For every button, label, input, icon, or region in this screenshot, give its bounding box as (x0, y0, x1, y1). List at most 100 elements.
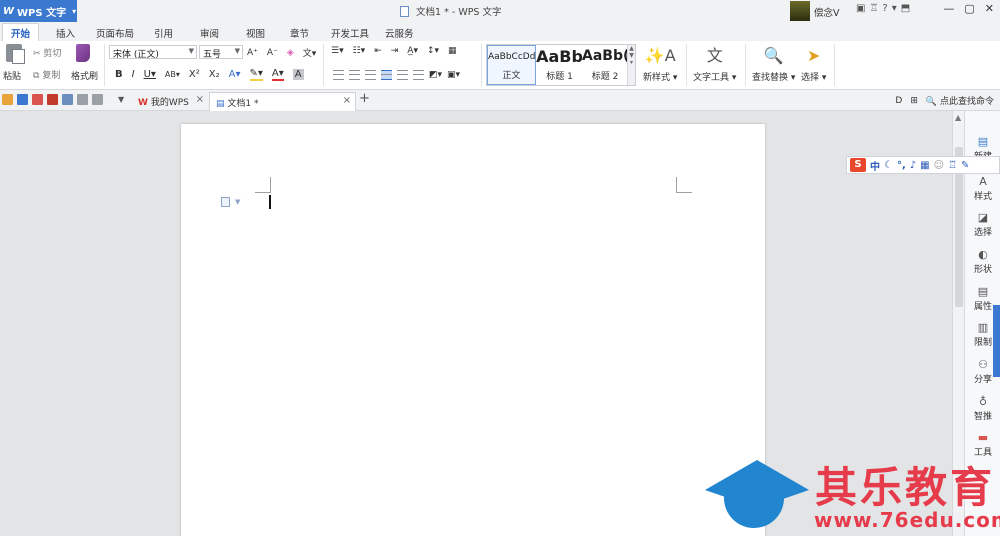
numbered-list-icon[interactable]: ☷▾ (353, 46, 366, 56)
avatar[interactable] (790, 1, 810, 21)
new-style-button[interactable]: ✨A 新样式 ▾ (643, 45, 677, 83)
sogou-logo-icon[interactable]: S (850, 158, 866, 172)
font-size-select[interactable]: 五号 ▼ (199, 45, 243, 60)
print-icon[interactable] (47, 94, 58, 105)
tab-references[interactable]: 引用 (154, 26, 173, 40)
strikethrough-icon[interactable]: AB▾ (165, 70, 180, 79)
justify-icon[interactable] (381, 70, 392, 80)
style-gallery-scroll[interactable]: ▲ ▼ ▾ (627, 45, 635, 85)
format-painter-button[interactable]: 格式刷 (71, 69, 98, 82)
maximize-button[interactable]: ▢ (964, 2, 974, 15)
subscript-icon[interactable]: X₂ (209, 69, 220, 80)
undo-icon[interactable] (77, 94, 88, 105)
tab-cloud[interactable]: 云服务 (385, 26, 414, 40)
bold-icon[interactable]: B (115, 69, 123, 80)
bullet-list-icon[interactable]: ☰▾ (331, 46, 344, 56)
taskpane-style[interactable]: A 样式 (965, 175, 1000, 202)
taskpane-toggle[interactable] (993, 305, 1000, 377)
close-icon[interactable]: × (343, 95, 351, 106)
tab-home[interactable]: 开始 (2, 23, 40, 41)
text-direction-icon[interactable]: A̲▾ (407, 46, 418, 56)
font-name-select[interactable]: 宋体 (正文) ▼ (109, 45, 197, 60)
taskpane-select[interactable]: ◪ 选择 (965, 211, 1000, 238)
text-tools-button[interactable]: 文 文字工具 ▾ (693, 45, 736, 83)
line-spacing-icon[interactable] (413, 70, 424, 80)
tab-layout[interactable]: 页面布局 (96, 26, 134, 40)
table-icon[interactable]: ▦ (448, 46, 457, 56)
minimize-button[interactable]: — (943, 2, 954, 15)
align-right-icon[interactable] (365, 70, 376, 80)
char-shading-icon[interactable]: A (292, 69, 304, 80)
taskpane-smart[interactable]: ♁ 智推 (965, 395, 1000, 422)
redo-icon[interactable] (92, 94, 103, 105)
style-normal[interactable]: AaBbCcDd 正文 (487, 45, 536, 85)
align-left-icon[interactable] (333, 70, 344, 80)
italic-icon[interactable]: I (132, 69, 135, 80)
export-pdf-icon[interactable] (32, 94, 43, 105)
shirt-icon[interactable]: ♖ (869, 3, 878, 14)
tab-developer[interactable]: 开发工具 (331, 26, 369, 40)
chevron-down-icon[interactable]: ▾ (892, 3, 897, 14)
style-heading2[interactable]: AaBb( 标题 2 (582, 45, 628, 85)
layout-icon[interactable]: ⊞ (910, 96, 918, 106)
shading-icon[interactable]: ◩▾ (429, 70, 442, 80)
tab-view[interactable]: 视图 (246, 26, 265, 40)
punctuation-icon[interactable]: °, (897, 160, 906, 171)
shrink-font-icon[interactable]: A⁻ (267, 48, 278, 58)
close-icon[interactable]: × (196, 94, 204, 105)
style-heading1[interactable]: AaBb 标题 1 (535, 45, 584, 85)
new-tab-button[interactable]: + (359, 91, 370, 106)
paste-icon[interactable] (6, 44, 25, 64)
tab-review[interactable]: 审阅 (200, 26, 219, 40)
underline-icon[interactable]: U▾ (144, 69, 156, 80)
microphone-icon[interactable]: ♪ (910, 160, 916, 171)
sort-icon[interactable]: ↕▾ (427, 46, 439, 56)
tab-insert[interactable]: 插入 (56, 26, 75, 40)
print-preview-icon[interactable] (62, 94, 73, 105)
doc-tab-mywps[interactable]: W 我的WPS × (132, 92, 208, 111)
tab-section[interactable]: 章节 (290, 26, 309, 40)
find-replace-button[interactable]: 🔍 查找替换 ▾ (752, 45, 795, 83)
paragraph-layout-icon[interactable] (221, 197, 230, 207)
skin-icon[interactable]: ♖ (948, 160, 957, 171)
ime-mode[interactable]: 中 (870, 158, 880, 173)
user-name[interactable]: 偿念V (814, 5, 840, 19)
grow-font-icon[interactable]: A⁺ (247, 48, 258, 58)
font-color-icon[interactable]: A▾ (271, 68, 284, 81)
document-page[interactable]: ▼ (181, 124, 765, 536)
moon-icon[interactable]: ☾ (884, 160, 893, 171)
ime-toolbar[interactable]: S 中 ☾ °, ♪ ▦ ☺ ♖ ✎ (846, 156, 1000, 174)
superscript-icon[interactable]: X² (189, 69, 200, 80)
keyboard-icon[interactable]: ▦ (920, 160, 929, 171)
distribute-icon[interactable] (397, 70, 408, 80)
clear-format-icon[interactable]: ◈ (287, 48, 294, 58)
customize-quickbar-icon[interactable]: ▼ (118, 95, 124, 104)
save-icon[interactable] (17, 94, 28, 105)
increase-indent-icon[interactable]: ⇥ (391, 46, 399, 56)
close-button[interactable]: ✕ (985, 2, 994, 15)
format-painter-icon[interactable] (76, 44, 90, 62)
highlight-icon[interactable]: ✎▾ (249, 68, 263, 81)
paste-button[interactable]: 粘贴 (3, 69, 21, 82)
border-icon[interactable]: ▣▾ (447, 70, 460, 80)
search-command[interactable]: 🔍 点此查找命令 (926, 94, 994, 107)
open-icon[interactable] (2, 94, 13, 105)
align-center-icon[interactable] (349, 70, 360, 80)
chevron-down-icon[interactable]: ▼ (235, 198, 240, 206)
text-effect-icon[interactable]: A▾ (229, 69, 241, 80)
wrench-icon[interactable]: ✎ (961, 160, 969, 171)
select-button[interactable]: ➤ 选择 ▾ (801, 45, 826, 83)
phonetic-icon[interactable]: 文▾ (303, 46, 317, 59)
cut-button[interactable]: ✂ 剪切 (33, 46, 61, 59)
scroll-up-icon[interactable]: ▲ (955, 113, 961, 122)
help-icon[interactable]: ? (882, 3, 887, 14)
user-icon[interactable]: ☺ (934, 160, 944, 171)
skin-icon[interactable]: ▣ (856, 3, 865, 14)
copy-button[interactable]: ⧉ 复制 (33, 68, 60, 81)
doc-tab-document1[interactable]: ▤ 文档1 * × (209, 92, 356, 111)
app-menu-button[interactable]: W WPS 文字 ▾ (0, 0, 77, 22)
fullscreen-icon[interactable]: ⬒ (901, 3, 910, 14)
taskpane-shape[interactable]: ◐ 形状 (965, 248, 1000, 275)
collapse-ribbon-icon[interactable]: D (895, 96, 902, 106)
decrease-indent-icon[interactable]: ⇤ (374, 46, 382, 56)
